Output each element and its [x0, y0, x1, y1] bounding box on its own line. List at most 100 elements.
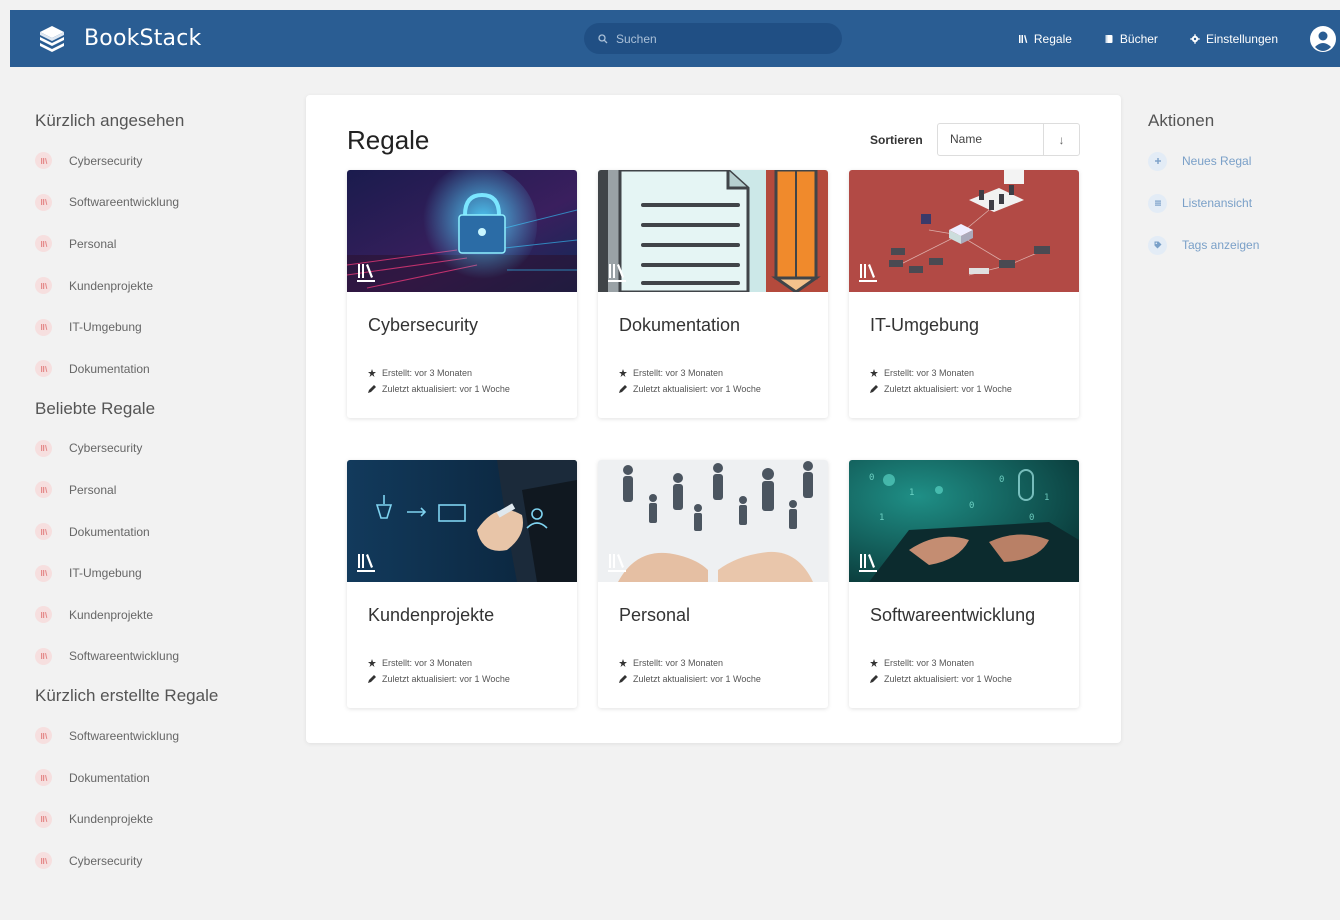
shelf-icon: [35, 235, 52, 253]
library-icon: [357, 554, 375, 572]
item-label: Kundenprojekte: [69, 607, 154, 622]
updated-info: Zuletzt aktualisiert: vor 1 Woche: [368, 674, 510, 684]
shelf-card-dokumentation[interactable]: Dokumentation Erstellt: vor 3 Monaten Zu…: [598, 170, 828, 418]
library-icon: [608, 264, 626, 282]
user-avatar-icon[interactable]: [1310, 25, 1336, 52]
app-logo[interactable]: BookStack: [36, 23, 201, 55]
recently-viewed-item[interactable]: Personal: [35, 223, 275, 265]
new-shelf-action[interactable]: Neues Regal: [1148, 140, 1338, 182]
shelf-icon: [35, 193, 52, 211]
pencil-icon: [619, 385, 627, 393]
recently-created-item[interactable]: Softwareentwicklung: [35, 715, 275, 757]
sort-label: Sortieren: [870, 133, 923, 147]
show-tags-label: Tags anzeigen: [1182, 238, 1260, 252]
shelf-icon: [35, 318, 52, 336]
sort-select[interactable]: Name: [938, 124, 1044, 155]
recently-created-list: Softwareentwicklung Dokumentation Kunden…: [35, 715, 275, 881]
pencil-icon: [870, 675, 878, 683]
popular-shelf-item[interactable]: Kundenprojekte: [35, 594, 275, 636]
svg-text:0: 0: [869, 473, 874, 483]
recently-created-item[interactable]: Dokumentation: [35, 757, 275, 799]
item-label: IT-Umgebung: [69, 566, 142, 581]
list-view-action[interactable]: Listenansicht: [1148, 182, 1338, 224]
recently-viewed-item[interactable]: Softwareentwicklung: [35, 182, 275, 224]
shelf-card-softwareentwicklung[interactable]: 0101 010 Softwareentwicklung Erstellt: v…: [849, 460, 1079, 708]
shelf-title: Kundenprojekte: [368, 605, 495, 625]
list-view-label: Listenansicht: [1182, 196, 1253, 210]
item-label: Softwareentwicklung: [69, 195, 180, 210]
search-bar[interactable]: [584, 23, 842, 54]
item-label: Cybersecurity: [69, 441, 143, 456]
star-icon: [368, 659, 376, 667]
star-icon: [619, 659, 627, 667]
popular-shelf-item[interactable]: Softwareentwicklung: [35, 636, 275, 678]
shelf-icon: [35, 481, 52, 499]
shelf-icon: [35, 439, 52, 457]
network-cover: [849, 170, 1079, 292]
item-label: Softwareentwicklung: [69, 649, 180, 664]
recently-created-item[interactable]: Kundenprojekte: [35, 798, 275, 840]
library-icon: [859, 264, 877, 282]
plus-icon: [1148, 151, 1167, 171]
popular-shelf-item[interactable]: Cybersecurity: [35, 428, 275, 470]
created-info: Erstellt: vor 3 Monaten: [870, 658, 974, 668]
app-name: BookStack: [84, 26, 202, 51]
nav-buecher[interactable]: Bücher: [1104, 32, 1158, 46]
shelf-card-kundenprojekte[interactable]: Kundenprojekte Erstellt: vor 3 Monaten Z…: [347, 460, 577, 708]
popular-shelves-title: Beliebte Regale: [35, 398, 156, 418]
bookstack-logo-icon: [40, 25, 64, 52]
document-cover: [598, 170, 828, 292]
item-label: Kundenprojekte: [69, 812, 154, 827]
recently-created-item[interactable]: Cybersecurity: [35, 840, 275, 882]
recently-viewed-list: Cybersecurity Softwareentwicklung Person…: [35, 140, 275, 390]
shelf-icon: [35, 564, 52, 582]
recently-viewed-item[interactable]: Dokumentation: [35, 348, 275, 390]
star-icon: [619, 369, 627, 377]
item-label: Softwareentwicklung: [69, 728, 180, 743]
created-text: Erstellt: vor 3 Monaten: [633, 658, 724, 668]
shelf-icon: [35, 523, 52, 541]
shelf-icon: [35, 647, 52, 665]
shelf-title: IT-Umgebung: [870, 315, 980, 335]
nav-einstellungen[interactable]: Einstellungen: [1190, 32, 1278, 46]
item-label: Personal: [69, 236, 117, 251]
svg-text:0: 0: [999, 475, 1004, 485]
nav-einstellungen-label: Einstellungen: [1205, 31, 1278, 46]
shelf-icon: [35, 277, 52, 295]
shelf-icon: [35, 727, 52, 745]
shelves-icon: [1018, 34, 1028, 43]
sort-direction-button[interactable]: ↓: [1044, 124, 1079, 155]
updated-info: Zuletzt aktualisiert: vor 1 Woche: [619, 674, 761, 684]
popular-shelf-item[interactable]: Personal: [35, 469, 275, 511]
popular-shelf-item[interactable]: Dokumentation: [35, 511, 275, 553]
shelf-icon: [35, 852, 52, 870]
recently-viewed-item[interactable]: IT-Umgebung: [35, 306, 275, 348]
updated-text: Zuletzt aktualisiert: vor 1 Woche: [382, 384, 510, 394]
svg-text:1: 1: [879, 513, 884, 523]
tag-icon: [1148, 235, 1167, 255]
gear-icon: [1190, 33, 1200, 44]
created-info: Erstellt: vor 3 Monaten: [619, 368, 723, 378]
svg-text:1: 1: [909, 488, 914, 498]
item-label: IT-Umgebung: [69, 320, 142, 335]
search-input[interactable]: [616, 31, 816, 46]
item-label: Personal: [69, 482, 117, 497]
shelf-card-personal[interactable]: Personal Erstellt: vor 3 Monaten Zuletzt…: [598, 460, 828, 708]
item-label: Dokumentation: [69, 524, 150, 539]
recently-viewed-item[interactable]: Cybersecurity: [35, 140, 275, 182]
recently-viewed-item[interactable]: Kundenprojekte: [35, 265, 275, 307]
updated-text: Zuletzt aktualisiert: vor 1 Woche: [382, 674, 510, 684]
recently-created-title: Kürzlich erstellte Regale: [35, 686, 219, 706]
shelf-card-it-umgebung[interactable]: IT-Umgebung Erstellt: vor 3 Monaten Zule…: [849, 170, 1079, 418]
popular-shelf-item[interactable]: IT-Umgebung: [35, 552, 275, 594]
created-info: Erstellt: vor 3 Monaten: [368, 368, 472, 378]
show-tags-action[interactable]: Tags anzeigen: [1148, 224, 1338, 266]
star-icon: [870, 369, 878, 377]
shelf-icon: [35, 769, 52, 787]
people-cover: [598, 460, 828, 582]
updated-info: Zuletzt aktualisiert: vor 1 Woche: [368, 384, 510, 394]
shelf-card-cybersecurity[interactable]: Cybersecurity Erstellt: vor 3 Monaten Zu…: [347, 170, 577, 418]
actions-title: Aktionen: [1148, 111, 1215, 130]
nav-regale[interactable]: Regale: [1018, 32, 1072, 46]
right-sidebar: Aktionen Neues Regal Listenansicht Tags …: [1148, 108, 1338, 266]
